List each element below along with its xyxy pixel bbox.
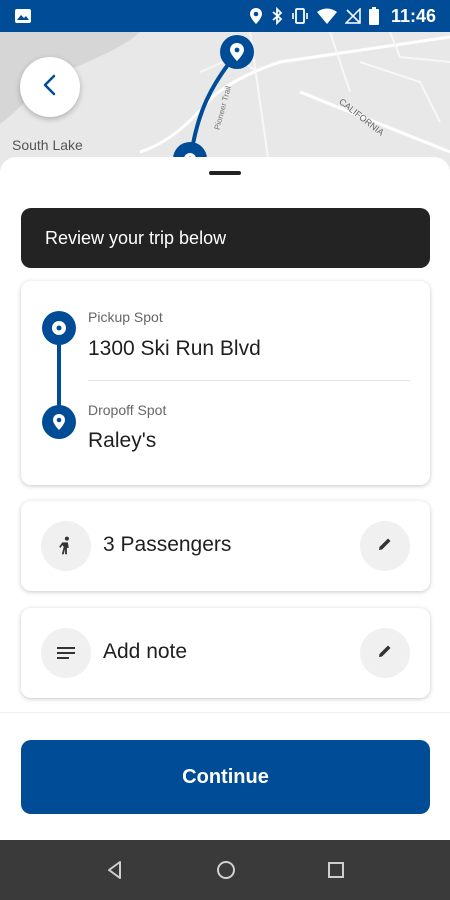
map-label-south-lake: South Lake [12, 137, 83, 153]
status-bar: 11:46 [0, 0, 450, 32]
banner-text: Review your trip below [45, 227, 227, 248]
image-icon [14, 7, 32, 25]
chevron-left-icon [40, 73, 60, 102]
notes-icon [41, 628, 91, 678]
passengers-text: 3 Passengers [103, 533, 232, 556]
system-nav-bar [0, 840, 450, 900]
drag-handle[interactable] [209, 171, 241, 175]
pickup-label: Pickup Spot [88, 309, 163, 325]
wifi-icon [316, 8, 337, 24]
trip-divider [88, 380, 410, 381]
vibrate-icon [291, 7, 309, 25]
passengers-card[interactable]: 3 Passengers [21, 501, 430, 591]
dropoff-label: Dropoff Spot [88, 402, 167, 418]
back-button[interactable] [20, 57, 80, 117]
continue-label: Continue [182, 765, 269, 788]
pickup-marker-icon [42, 311, 76, 345]
passenger-icon [41, 521, 91, 571]
battery-icon [368, 7, 379, 25]
status-time: 11:46 [390, 5, 436, 26]
dropoff-pin-icon [42, 405, 76, 439]
trip-review-sheet: Review your trip below Pickup Spot 1300 … [0, 157, 450, 840]
pencil-icon [377, 536, 393, 557]
note-text: Add note [103, 640, 188, 663]
continue-button[interactable]: Continue [21, 740, 430, 814]
back-nav-icon[interactable] [105, 860, 125, 880]
trip-card: Pickup Spot 1300 Ski Run Blvd Dropoff Sp… [21, 281, 430, 485]
location-icon [249, 7, 263, 25]
note-card[interactable]: Add note [21, 608, 430, 698]
dropoff-value[interactable]: Raley's [88, 429, 156, 453]
home-nav-icon[interactable] [215, 859, 237, 881]
edit-passengers-button[interactable] [360, 521, 410, 571]
pencil-icon [377, 643, 393, 664]
edit-note-button[interactable] [360, 628, 410, 678]
bluetooth-icon [271, 7, 283, 25]
no-signal-icon [344, 8, 361, 24]
recents-nav-icon[interactable] [327, 861, 345, 879]
review-banner: Review your trip below [21, 208, 430, 268]
footer-divider [0, 712, 450, 713]
pickup-value[interactable]: 1300 Ski Run Blvd [88, 337, 261, 361]
